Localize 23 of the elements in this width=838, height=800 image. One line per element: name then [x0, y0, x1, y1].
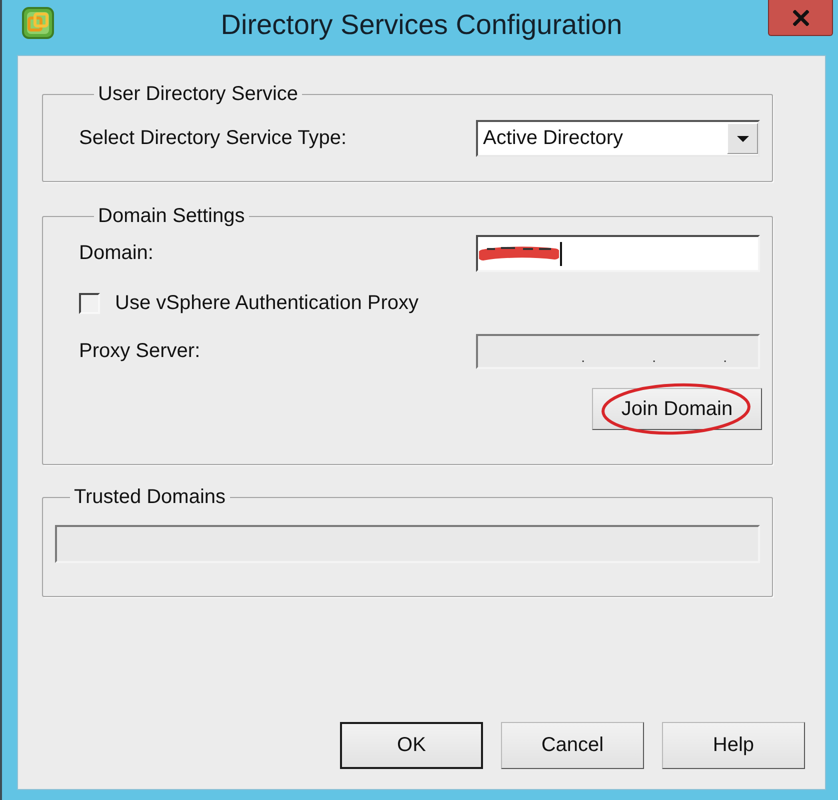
join-domain-button[interactable]: Join Domain: [592, 388, 762, 430]
group-title: Domain Settings: [97, 204, 246, 228]
close-button[interactable]: [768, 0, 833, 36]
caret-icon: [736, 136, 748, 142]
ip-separator: .: [581, 348, 585, 367]
field-label: Select Directory Service Type:: [79, 127, 348, 150]
proxy-checkbox[interactable]: [79, 292, 100, 314]
window-title: Directory Services Configuration: [220, 8, 622, 42]
ip-separator: .: [723, 348, 727, 367]
domain-field[interactable]: [476, 235, 760, 272]
service-type-dropdown[interactable]: Active Directory: [476, 120, 760, 157]
field-label: Proxy Server:: [79, 340, 202, 363]
group-title: Trusted Domains: [73, 485, 227, 509]
ok-button[interactable]: OK: [340, 722, 483, 769]
ip-separator: .: [652, 348, 656, 367]
close-icon: [792, 10, 808, 26]
field-label: Domain:: [79, 242, 154, 265]
help-button[interactable]: Help: [662, 722, 805, 769]
dropdown-button[interactable]: [727, 123, 758, 154]
checkbox-label: Use vSphere Authentication Proxy: [115, 292, 419, 314]
overlapping-squares-icon: [22, 7, 54, 39]
group-title: User Directory Service: [97, 82, 300, 106]
cancel-button[interactable]: Cancel: [501, 722, 644, 769]
